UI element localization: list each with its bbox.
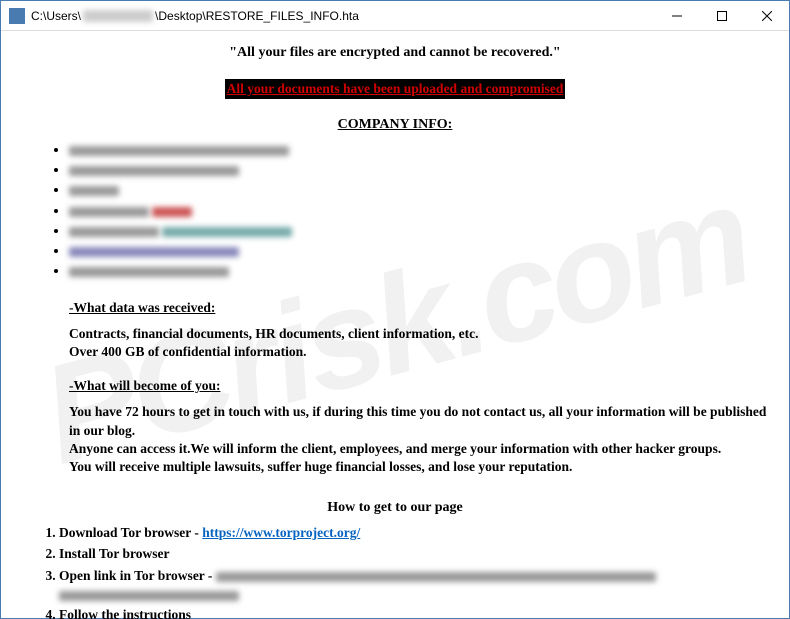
heading-data-received: -What data was received: — [69, 299, 769, 317]
step-install-tor: Install Tor browser — [59, 545, 769, 563]
heading-encrypted: "All your files are encrypted and cannot… — [229, 45, 560, 60]
path-suffix: \Desktop\RESTORE_FILES_INFO.hta — [155, 9, 359, 23]
list-item — [69, 262, 769, 280]
app-window: C:\Users\ \Desktop\RESTORE_FILES_INFO.ht… — [0, 0, 790, 619]
list-item — [69, 202, 769, 220]
step-follow-instructions: Follow the instructions — [59, 606, 769, 619]
path-prefix: C:\Users\ — [31, 9, 81, 23]
heading-uploaded: All your documents have been uploaded an… — [225, 79, 566, 99]
heading-company-info: COMPANY INFO: — [338, 117, 453, 132]
text-line: Anyone can access it.We will inform the … — [69, 440, 769, 458]
step-download-tor: Download Tor browser - https://www.torpr… — [59, 524, 769, 542]
list-item — [69, 141, 769, 159]
window-controls — [654, 1, 789, 30]
redacted-username — [83, 10, 153, 22]
window-title: C:\Users\ \Desktop\RESTORE_FILES_INFO.ht… — [31, 9, 654, 23]
tor-project-link[interactable]: https://www.torproject.org/ — [202, 525, 360, 540]
minimize-button[interactable] — [654, 1, 699, 30]
company-info-list — [21, 141, 769, 281]
text-line: You will receive multiple lawsuits, suff… — [69, 458, 769, 476]
maximize-button[interactable] — [699, 1, 744, 30]
text-line: You have 72 hours to get in touch with u… — [69, 403, 769, 439]
step-open-link: Open link in Tor browser - — [59, 567, 769, 603]
list-item — [69, 161, 769, 179]
list-item — [69, 242, 769, 260]
app-icon — [9, 8, 25, 24]
heading-what-become: -What will become of you: — [69, 377, 769, 395]
list-item — [69, 181, 769, 199]
list-item — [69, 222, 769, 240]
titlebar: C:\Users\ \Desktop\RESTORE_FILES_INFO.ht… — [1, 1, 789, 31]
heading-how-to: How to get to our page — [327, 500, 462, 515]
steps-list: Download Tor browser - https://www.torpr… — [21, 524, 769, 619]
text-line: Contracts, financial documents, HR docum… — [69, 325, 769, 343]
close-button[interactable] — [744, 1, 789, 30]
step-text: Download Tor browser - — [59, 525, 202, 540]
content-area: PCrisk.com "All your files are encrypted… — [1, 31, 789, 619]
text-line: Over 400 GB of confidential information. — [69, 343, 769, 361]
step-text: Open link in Tor browser - — [59, 568, 216, 583]
